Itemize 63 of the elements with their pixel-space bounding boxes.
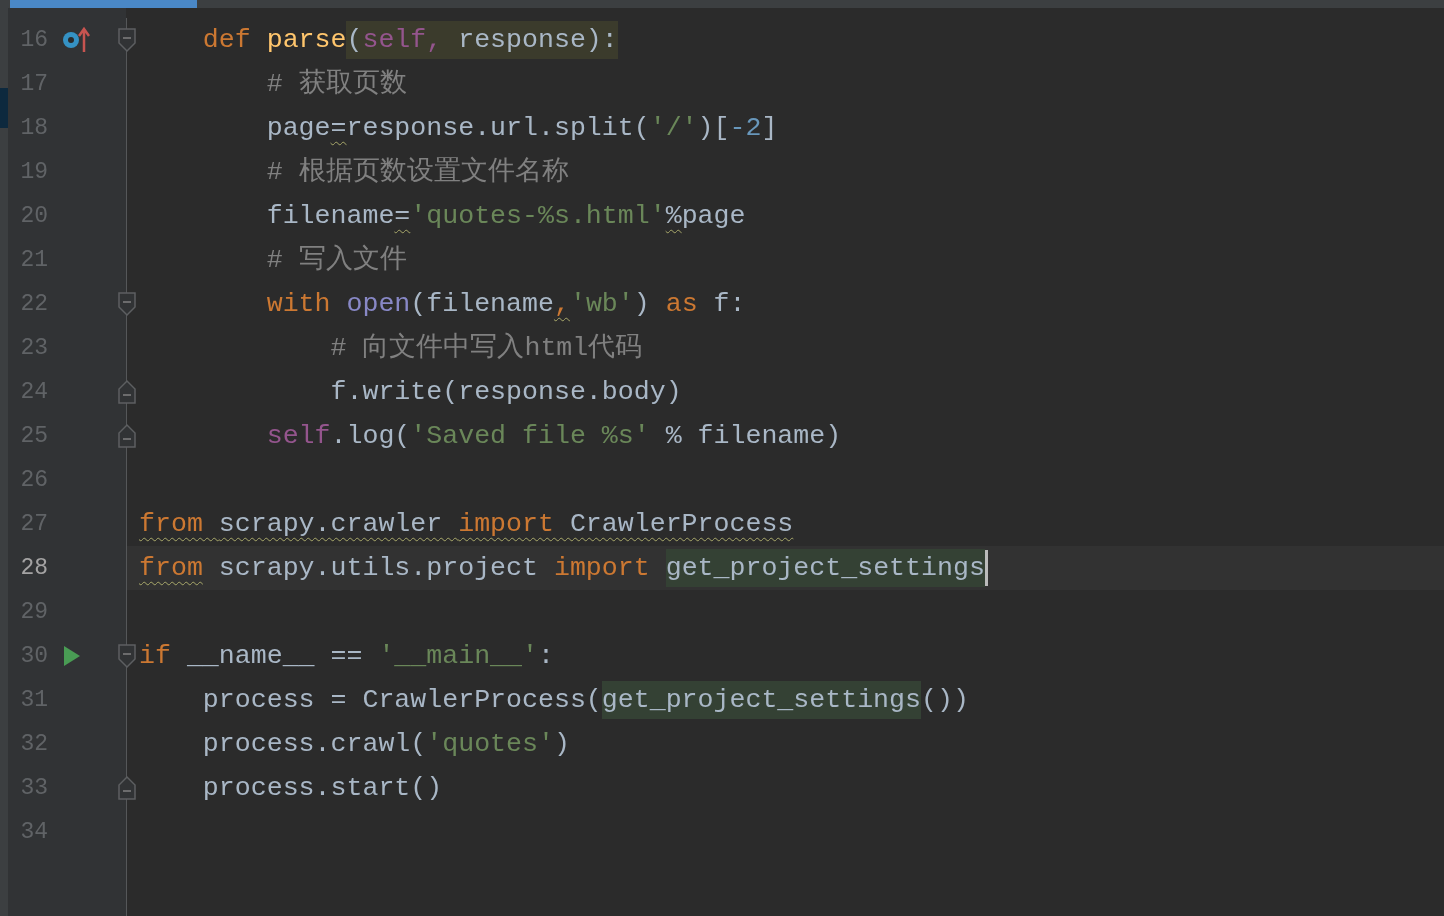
- side-panel-selection: [0, 88, 8, 128]
- code-keyword: import: [458, 508, 555, 541]
- code-text: %: [665, 200, 682, 233]
- fold-collapse-icon[interactable]: [118, 291, 136, 317]
- code-text: self: [265, 420, 331, 453]
- code-text: ()): [921, 684, 969, 717]
- code-text: f:: [713, 288, 746, 321]
- run-icon[interactable]: [62, 644, 82, 668]
- number-literal: -2: [729, 112, 762, 145]
- fold-end-icon[interactable]: [118, 775, 136, 801]
- fold-end-icon[interactable]: [118, 379, 136, 405]
- code-comment: # 根据页数设置文件名称: [265, 155, 569, 189]
- code-text: ]: [761, 112, 778, 145]
- code-text: )[: [697, 112, 730, 145]
- code-text: open: [346, 288, 411, 321]
- code-text: :: [538, 640, 554, 673]
- string-literal: 'quotes': [426, 728, 554, 761]
- fold-collapse-icon[interactable]: [118, 643, 136, 669]
- code-text: response.url.split(: [346, 112, 650, 145]
- code-text: (filename: [410, 288, 554, 321]
- code-keyword: as: [665, 288, 699, 321]
- code-text: get_project_settings: [601, 681, 921, 719]
- code-keyword: from: [139, 552, 203, 585]
- code-text: ): [633, 288, 651, 321]
- override-method-icon[interactable]: [62, 26, 90, 54]
- code-comment: # 获取页数: [265, 67, 407, 101]
- code-text: % filename): [664, 420, 842, 453]
- code-text: filename: [265, 200, 395, 233]
- code-text: ): [553, 728, 570, 761]
- fold-collapse-icon[interactable]: [118, 27, 136, 53]
- code-text: (: [346, 21, 363, 59]
- code-text: f.write(response.body): [329, 376, 682, 409]
- code-keyword: if: [139, 640, 172, 673]
- code-text: process.start(): [201, 772, 443, 805]
- code-keyword: with: [265, 288, 332, 321]
- code-text: =: [330, 112, 347, 145]
- code-text: page: [681, 200, 746, 233]
- code-text: page: [265, 112, 331, 145]
- fold-end-icon[interactable]: [118, 423, 136, 449]
- code-text: .log(: [330, 420, 411, 453]
- code-text: process = CrawlerProcess(: [201, 684, 602, 717]
- code-keyword: ,: [553, 288, 570, 321]
- code-text: response):: [458, 21, 618, 59]
- code-text: scrapy.utils.project: [217, 552, 539, 585]
- string-literal: 'Saved file %s': [410, 420, 650, 453]
- code-comment: # 写入文件: [265, 243, 407, 277]
- code-text: get_project_settings: [665, 549, 985, 587]
- code-keyword: from: [139, 508, 204, 541]
- line-number: 28: [19, 555, 48, 581]
- string-literal: '/': [649, 112, 698, 145]
- code-text: CrawlerProcess: [569, 508, 794, 541]
- code-text: parse: [266, 24, 347, 57]
- code-comment: # 向文件中写入html代码: [329, 331, 643, 365]
- code-keyword: import: [553, 552, 651, 585]
- code-text: scrapy.crawler: [218, 508, 444, 541]
- string-literal: '__main__': [378, 640, 538, 673]
- code-keyword: def: [201, 24, 252, 57]
- code-text: =: [394, 200, 411, 233]
- string-literal: 'wb': [569, 288, 634, 321]
- string-literal: 'quotes-%s.html': [410, 200, 666, 233]
- code-text: self,: [362, 21, 459, 59]
- code-text: process.crawl(: [201, 728, 427, 761]
- code-text: __name__ ==: [186, 640, 364, 673]
